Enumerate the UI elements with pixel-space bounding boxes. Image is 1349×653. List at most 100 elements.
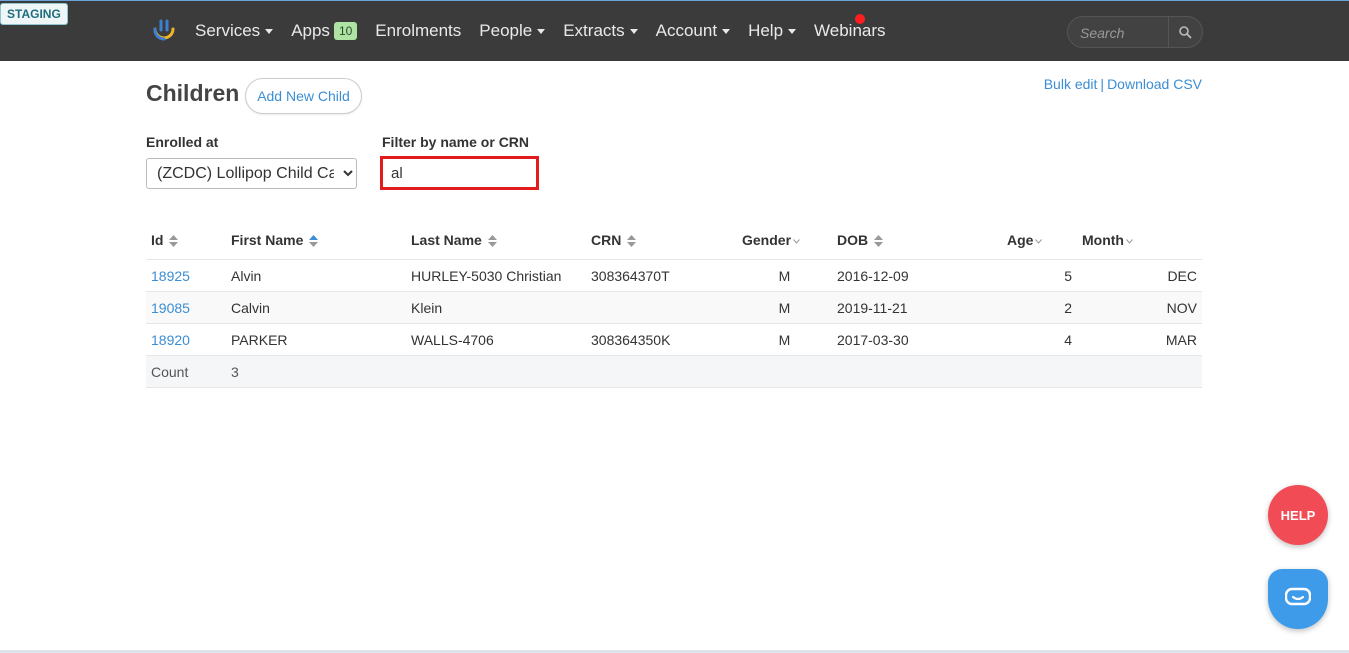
cell-month: NOV [1077, 291, 1202, 324]
cell-crn: 308364350K [586, 323, 737, 356]
top-navbar: Services Apps 10 Enrolments People Extra… [0, 1, 1349, 61]
caret-down-icon [629, 28, 638, 34]
caret-down-icon [265, 28, 274, 34]
search-input[interactable] [1078, 24, 1172, 42]
empty-cell [406, 355, 586, 388]
col-age-label: Age [1007, 232, 1034, 248]
cell-gender: M [737, 291, 832, 324]
enrolled-at-select[interactable]: (ZCDC) Lollipop Child Ca [146, 158, 357, 189]
help-widget-button[interactable]: HELP [1268, 485, 1328, 545]
cell-last-name: WALLS-4706 [406, 323, 586, 356]
col-crn[interactable]: CRN [586, 221, 737, 260]
nav-webinars-label: Webinars [814, 21, 886, 40]
app-logo-icon[interactable] [150, 17, 178, 45]
nav-account-label: Account [655, 21, 718, 40]
chevron-down-icon [1126, 238, 1133, 244]
chevron-down-icon [1035, 238, 1043, 244]
nav-extracts[interactable]: Extracts [554, 21, 646, 41]
nav-help[interactable]: Help [739, 21, 805, 41]
nav-apps-label: Apps [291, 21, 330, 40]
cell-age: 4 [1002, 323, 1077, 356]
col-dob-label: DOB [837, 232, 869, 248]
page-title: Children [146, 80, 240, 106]
sort-icon [487, 235, 497, 248]
cell-id: 18925 [146, 259, 226, 292]
cell-id: 19085 [146, 291, 226, 324]
cell-first-name: PARKER [226, 323, 406, 356]
apps-count-badge: 10 [333, 22, 358, 40]
child-id-link[interactable]: 18920 [151, 332, 190, 348]
sort-icon [169, 235, 179, 248]
cell-dob: 2017-03-30 [832, 323, 1002, 356]
empty-cell [586, 355, 737, 388]
filter-label: Filter by name or CRN [382, 134, 530, 150]
chevron-down-icon [793, 238, 800, 244]
main-nav: Services Apps 10 Enrolments People Extra… [186, 1, 895, 61]
col-gender[interactable]: Gender [737, 221, 832, 260]
table-count-row: Count 3 [146, 355, 1202, 388]
nav-enrolments-label: Enrolments [375, 21, 462, 40]
search-box [1067, 16, 1203, 48]
cell-age: 5 [1002, 259, 1077, 292]
nav-webinars[interactable]: Webinars [805, 21, 895, 41]
cell-month: MAR [1077, 323, 1202, 356]
col-month-label: Month [1082, 232, 1124, 248]
col-month[interactable]: Month [1077, 221, 1202, 260]
cell-gender: M [737, 259, 832, 292]
table-row: 18920 PARKER WALLS-4706 308364350K M 201… [146, 323, 1202, 356]
caret-down-icon [722, 28, 731, 34]
col-first-name[interactable]: First Name [226, 221, 406, 260]
sort-ascending-icon [309, 235, 319, 248]
link-separator: | [1100, 76, 1105, 92]
cell-gender: M [737, 323, 832, 356]
col-id-label: Id [151, 232, 164, 248]
col-crn-label: CRN [591, 232, 622, 248]
nav-people-label: People [479, 21, 533, 40]
filter-name-crn-input[interactable] [385, 161, 532, 185]
cell-age: 2 [1002, 291, 1077, 324]
sort-icon [627, 235, 637, 248]
col-age[interactable]: Age [1002, 221, 1077, 260]
count-value: 3 [226, 355, 406, 388]
cell-month: DEC [1077, 259, 1202, 292]
col-last-name[interactable]: Last Name [406, 221, 586, 260]
nav-services-label: Services [195, 21, 261, 40]
empty-cell [1077, 355, 1202, 388]
webinars-notification-dot [855, 14, 865, 24]
bulk-edit-link[interactable]: Bulk edit [1044, 76, 1098, 92]
col-id[interactable]: Id [146, 221, 226, 260]
nav-help-label: Help [748, 21, 784, 40]
cell-crn [586, 291, 737, 324]
search-icon[interactable] [1178, 25, 1192, 39]
cell-first-name: Calvin [226, 291, 406, 324]
environment-badge: STAGING [0, 3, 68, 25]
empty-cell [1002, 355, 1077, 388]
table-header-row: Id First Name Last Name CRN Gender DOB A… [146, 221, 1202, 260]
download-csv-link[interactable]: Download CSV [1107, 76, 1202, 92]
children-table: Id First Name Last Name CRN Gender DOB A… [146, 221, 1202, 388]
filter-highlight-box [380, 156, 539, 190]
enrolled-at-label: Enrolled at [146, 134, 219, 150]
cell-crn: 308364370T [586, 259, 737, 292]
child-id-link[interactable]: 18925 [151, 268, 190, 284]
nav-people[interactable]: People [470, 21, 554, 41]
count-label: Count [146, 355, 226, 388]
chat-bubble-icon [1284, 587, 1312, 605]
col-first-name-label: First Name [231, 232, 304, 248]
add-new-child-button[interactable]: Add New Child [245, 78, 362, 114]
nav-enrolments[interactable]: Enrolments [366, 21, 470, 41]
child-id-link[interactable]: 19085 [151, 300, 190, 316]
nav-services[interactable]: Services [186, 21, 282, 41]
col-dob[interactable]: DOB [832, 221, 1002, 260]
cell-last-name: Klein [406, 291, 586, 324]
col-gender-label: Gender [742, 232, 792, 248]
nav-account[interactable]: Account [647, 21, 739, 41]
cell-dob: 2019-11-21 [832, 291, 1002, 324]
nav-apps[interactable]: Apps 10 [282, 21, 366, 41]
cell-dob: 2016-12-09 [832, 259, 1002, 292]
caret-down-icon [537, 28, 546, 34]
chat-widget-button[interactable] [1268, 569, 1328, 629]
table-row: 19085 Calvin Klein M 2019-11-21 2 NOV [146, 291, 1202, 324]
cell-first-name: Alvin [226, 259, 406, 292]
empty-cell [737, 355, 832, 388]
